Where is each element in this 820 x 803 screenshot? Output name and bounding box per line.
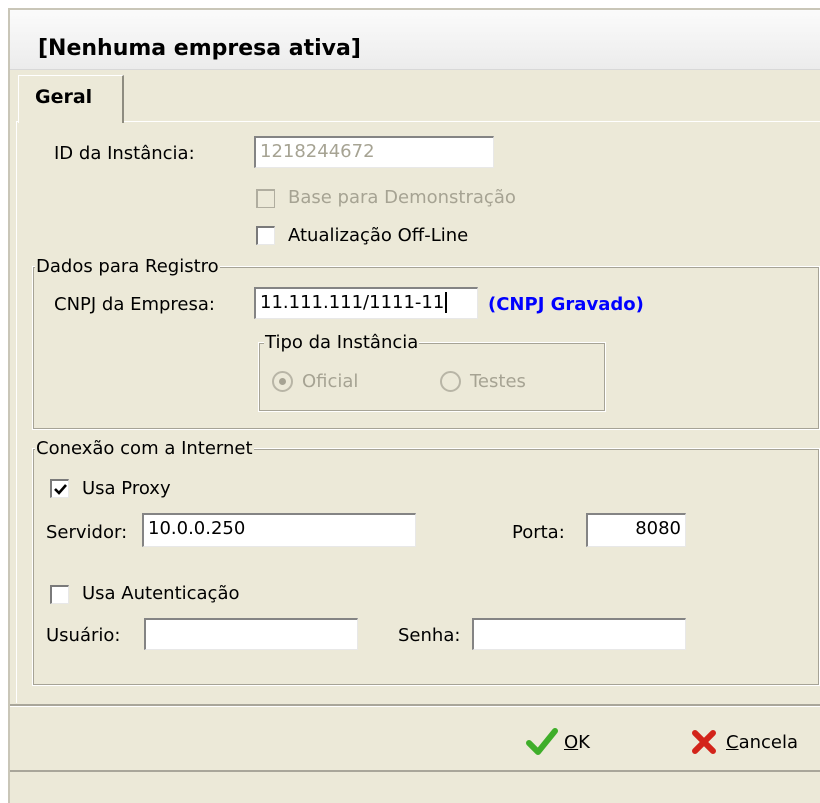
checkmark-icon: [54, 484, 67, 495]
instance-id-field[interactable]: 1218244672: [254, 136, 494, 168]
text-cursor: [445, 292, 448, 313]
password-label: Senha:: [398, 625, 461, 646]
offline-update-checkbox[interactable]: [256, 226, 275, 245]
radio-oficial-label: Oficial: [302, 371, 359, 392]
use-proxy-label: Usa Proxy: [82, 478, 171, 499]
cnpj-label: CNPJ da Empresa:: [54, 294, 215, 315]
window-title: [Nenhuma empresa ativa]: [38, 36, 361, 61]
user-label: Usuário:: [46, 625, 121, 646]
use-proxy-checkbox[interactable]: [50, 479, 69, 498]
radio-oficial[interactable]: [272, 371, 293, 392]
server-field[interactable]: 10.0.0.250: [142, 513, 416, 547]
tab-label: Geral: [35, 86, 93, 108]
user-field[interactable]: [144, 618, 358, 650]
radio-testes[interactable]: [440, 371, 461, 392]
cnpj-value: 11.111.111/1111-11: [260, 292, 445, 313]
port-field[interactable]: 8080: [586, 513, 686, 547]
tab-geral[interactable]: Geral: [18, 75, 124, 123]
registration-group-title: Dados para Registro: [35, 256, 220, 277]
instance-type-group-title: Tipo da Instância: [264, 332, 420, 353]
button-separator: [10, 704, 820, 707]
green-check-icon: [526, 728, 558, 755]
status-bar: [10, 772, 820, 803]
cancel-button[interactable]: Cancela: [690, 726, 798, 758]
offline-update-label: Atualização Off-Line: [288, 225, 469, 246]
demo-base-label: Base para Demonstração: [288, 187, 516, 208]
instance-id-label: ID da Instância:: [54, 143, 195, 164]
ok-button[interactable]: OK: [526, 726, 590, 758]
cancel-label: Cancela: [726, 731, 799, 753]
password-field[interactable]: [472, 618, 686, 650]
demo-base-checkbox[interactable]: [256, 189, 275, 208]
title-bar[interactable]: [Nenhuma empresa ativa]: [10, 10, 820, 70]
internet-group-title: Conexão com a Internet: [35, 438, 254, 459]
cnpj-status: (CNPJ Gravado): [488, 294, 644, 315]
port-label: Porta:: [512, 522, 565, 543]
cnpj-field[interactable]: 11.111.111/1111-11: [254, 287, 478, 319]
radio-testes-label: Testes: [470, 371, 526, 392]
ok-label: OK: [564, 731, 590, 753]
red-x-icon: [692, 730, 716, 754]
use-auth-label: Usa Autenticação: [82, 583, 240, 604]
server-label: Servidor:: [46, 522, 128, 543]
use-auth-checkbox[interactable]: [50, 585, 69, 604]
